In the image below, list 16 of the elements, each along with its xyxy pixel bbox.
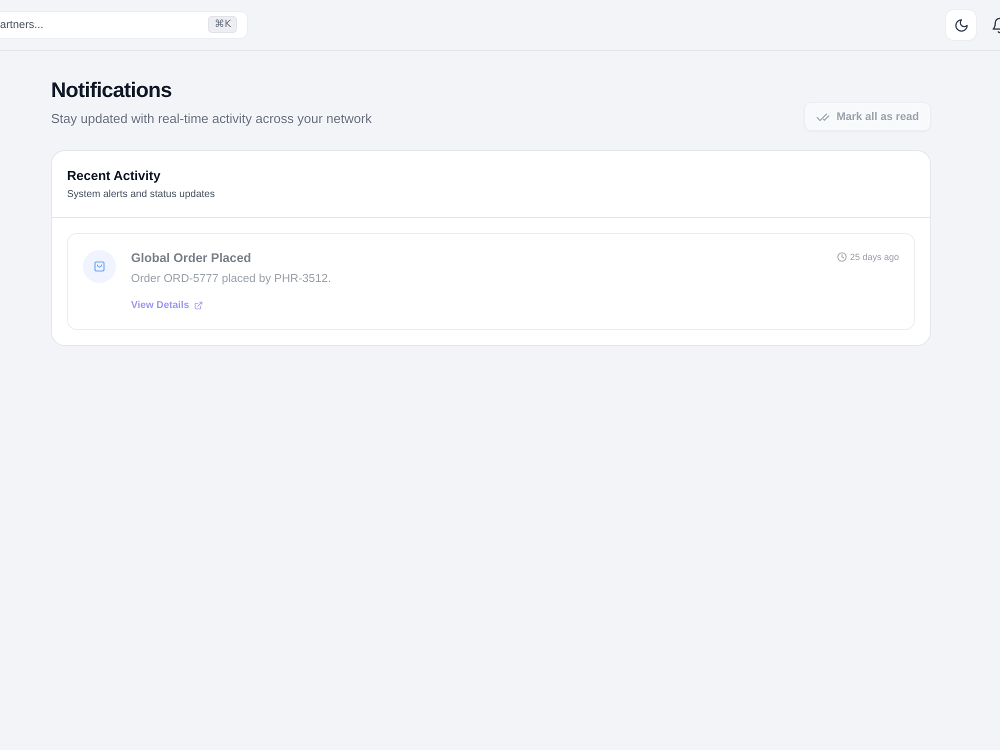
notification-item[interactable]: Global Order Placed 25 days ago Order ORD-5777 placed by PHR-3512. View Details bbox=[67, 233, 915, 330]
page-title: Notifications bbox=[51, 78, 173, 104]
clock-icon bbox=[836, 252, 847, 262]
shortcut-key: ⌘K bbox=[208, 16, 237, 33]
shopping-bag-icon bbox=[83, 250, 116, 283]
external-link-icon bbox=[194, 301, 204, 310]
notification-title: Global Order Placed bbox=[131, 250, 252, 266]
bell-icon[interactable] bbox=[991, 16, 1000, 34]
card-title: Recent Activity bbox=[67, 167, 162, 184]
page-subtitle: Stay updated with real-time activity across your network bbox=[51, 111, 372, 127]
notification-time: 25 days ago bbox=[836, 250, 899, 264]
view-details-link[interactable]: View Details bbox=[131, 300, 204, 311]
notification-message: Order ORD-5777 placed by PHR-3512. bbox=[131, 272, 332, 287]
moon-icon bbox=[954, 18, 968, 32]
card-subtitle: System alerts and status updates bbox=[67, 188, 216, 201]
theme-toggle-button[interactable] bbox=[945, 9, 977, 41]
